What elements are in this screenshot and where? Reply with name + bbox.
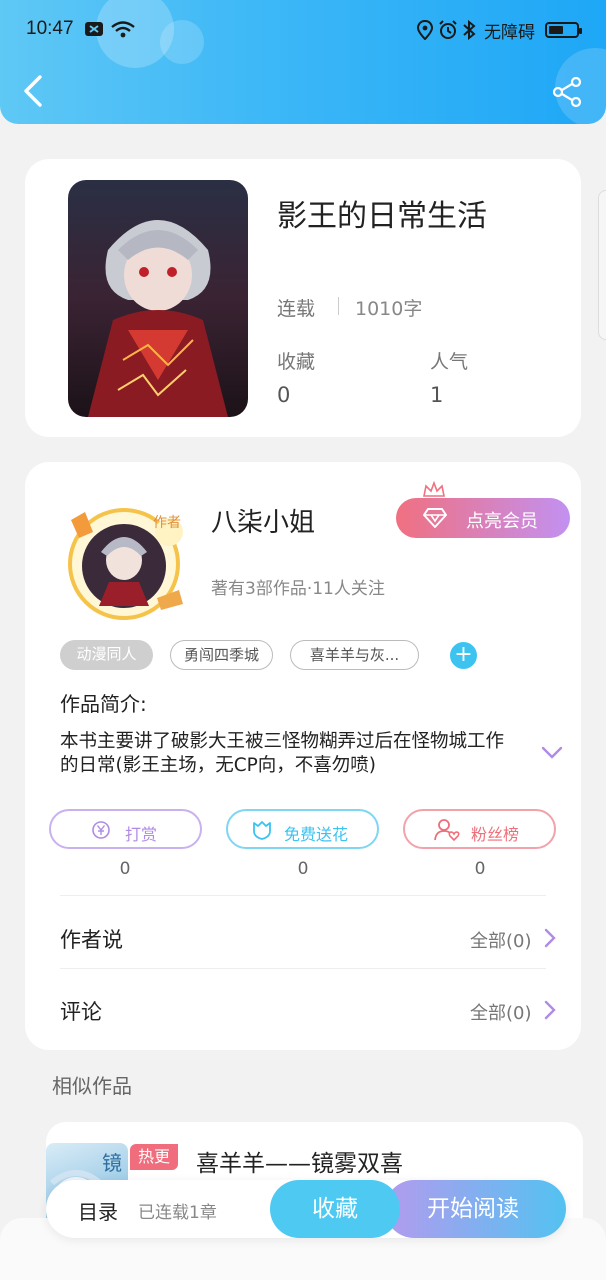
diamond-icon (423, 508, 447, 528)
free-flower-button[interactable]: 免费送花 (226, 809, 379, 849)
notification-icon (85, 22, 103, 36)
flower-icon (253, 821, 271, 840)
book-title: 影王的日常生活 (277, 199, 487, 234)
header: 10:47 无障碍 (0, 0, 606, 124)
share-icon[interactable] (551, 76, 583, 108)
start-reading-label: 开始阅读 (427, 1196, 519, 1222)
status-bar: 10:47 无障碍 (0, 14, 606, 48)
favorites-count: 0 (277, 383, 291, 407)
similar-work-title[interactable]: 喜羊羊——镜雾双喜 (196, 1144, 403, 1178)
tag-chip[interactable]: 喜羊羊与灰... (290, 640, 419, 670)
coin-icon (92, 821, 110, 839)
hot-update-badge: 热更 (130, 1144, 178, 1170)
divider (60, 968, 546, 969)
author-badge: 作者 (153, 515, 181, 531)
book-cover-image[interactable] (68, 180, 248, 417)
chevron-down-icon[interactable] (541, 746, 563, 760)
wifi-icon (111, 21, 135, 38)
bottom-action-bar: 目录 已连载1章 开始阅读 收藏 (46, 1180, 566, 1238)
popularity-count: 1 (430, 383, 444, 407)
tip-label: 打赏 (125, 825, 158, 844)
favorite-label: 收藏 (312, 1196, 358, 1222)
divider (60, 895, 546, 896)
author-detail-card: 作者 八柒小姐 著有3部作品·11人关注 点亮会员 动漫同人 勇闯四季城 喜羊羊… (25, 462, 581, 1050)
location-icon (416, 20, 434, 40)
battery-level (549, 26, 563, 34)
bluetooth-icon (463, 20, 476, 40)
tag-chip[interactable]: 勇闯四季城 (170, 640, 273, 670)
intro-text: 本书主要讲了破影大王被三怪物糊弄过后在怪物城工作的日常(影王主场，无CP向，不喜… (60, 731, 505, 776)
tip-button[interactable]: 打赏 (49, 809, 202, 849)
vip-member-button[interactable]: 点亮会员 (396, 498, 570, 538)
author-notes-title: 作者说 (60, 928, 123, 952)
vip-button-label: 点亮会员 (466, 511, 538, 532)
popularity-label: 人气 (430, 351, 469, 373)
fan-ranking-button[interactable]: 粉丝榜 (403, 809, 556, 849)
author-notes-all: 全部(0) (470, 931, 532, 952)
chevron-right-icon (544, 1000, 556, 1020)
fans-icon (434, 819, 460, 842)
chapter-count: 已连载1章 (138, 1203, 217, 1223)
table-of-contents-button[interactable]: 目录 (78, 1196, 118, 1225)
back-arrow-icon[interactable] (20, 74, 46, 108)
author-meta: 著有3部作品·11人关注 (211, 579, 385, 599)
add-favorite-button[interactable]: 收藏 (270, 1180, 400, 1238)
flower-count: 0 (297, 859, 309, 879)
similar-works-heading: 相似作品 (52, 1074, 132, 1098)
start-reading-button[interactable]: 开始阅读 (385, 1180, 566, 1238)
status-time: 10:47 (26, 18, 74, 39)
alarm-icon (439, 20, 457, 39)
tag-chip[interactable]: 动漫同人 (60, 640, 153, 670)
battery-icon (545, 22, 582, 38)
comments-all: 全部(0) (470, 1003, 532, 1024)
add-tag-icon[interactable]: + (450, 642, 477, 669)
accessibility-label: 无障碍 (484, 23, 535, 43)
word-count: 1010字 (355, 298, 423, 320)
crown-icon (423, 480, 445, 497)
fan-count: 0 (474, 859, 486, 879)
intro-heading: 作品简介: (60, 692, 147, 716)
side-drawer-handle[interactable] (598, 190, 606, 340)
chevron-right-icon (544, 928, 556, 948)
serial-status: 连载 (277, 298, 316, 320)
divider (338, 297, 339, 315)
author-avatar[interactable]: 作者 (49, 502, 199, 622)
book-info-card: 影王的日常生活 连载 1010字 收藏 0 人气 1 (25, 159, 581, 437)
comments-title: 评论 (60, 1000, 102, 1024)
author-name[interactable]: 八柒小姐 (211, 502, 315, 539)
tip-count: 0 (119, 859, 131, 879)
favorites-label: 收藏 (277, 351, 316, 373)
free-flower-label: 免费送花 (284, 825, 349, 844)
fan-ranking-label: 粉丝榜 (471, 825, 520, 844)
